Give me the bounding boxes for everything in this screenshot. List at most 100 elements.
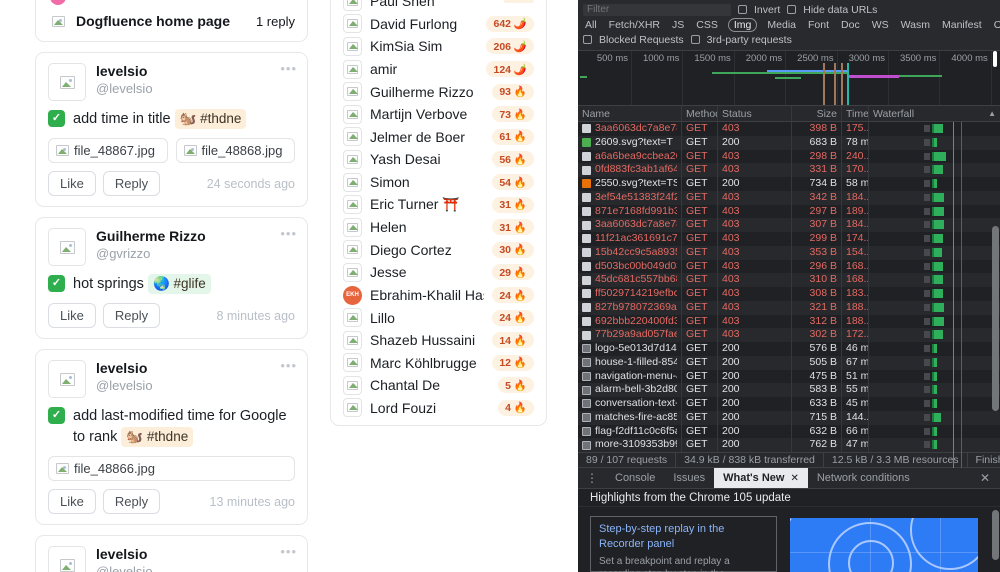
leaderboard-row[interactable]: Jelmer de Boer 61 🔥 [331,126,546,149]
hashtag-pill[interactable]: 🌏 #glife [147,274,211,294]
like-button[interactable]: Like [48,489,96,515]
filter-chip-fetchxhr[interactable]: Fetch/XHR [607,19,662,31]
request-row[interactable]: more-3109353b995... GET200762 B47 ms [578,438,1000,452]
post-card[interactable]: •••levelsio@levelsio✓add <h1> and change… [35,535,308,572]
card-menu-icon[interactable]: ••• [280,544,297,559]
avatar[interactable] [48,546,86,572]
member-name[interactable]: KimSia Sim [370,38,478,54]
drawer-tab-issues[interactable]: Issues [664,468,714,488]
card-menu-icon[interactable]: ••• [280,226,297,241]
invert-checkbox[interactable] [738,5,747,14]
col-status[interactable]: Status [718,106,792,121]
table-scrollbar[interactable] [992,226,999,411]
member-name[interactable]: Marc Köhlbrugge [370,355,484,371]
request-row[interactable]: 15b42cc9c5a89354... GET403353 B154... [578,245,1000,260]
leaderboard-row[interactable]: amir 124 🌶️ [331,58,546,81]
request-row[interactable]: 827b978072369a72... GET403321 B188... [578,300,1000,315]
leaderboard-row[interactable]: Paul Shen [331,0,546,13]
filter-chip-wasm[interactable]: Wasm [899,19,932,31]
filter-chip-font[interactable]: Font [806,19,831,31]
member-name[interactable]: Martijn Verbove [370,106,484,122]
reply-count[interactable]: 1 reply [256,14,295,29]
col-waterfall[interactable]: Waterfall ▲ [869,106,1000,121]
drawer-scrollbar[interactable] [992,510,999,560]
avatar[interactable] [48,228,86,267]
request-row[interactable]: ff5029714219efbcf2... GET403308 B183... [578,287,1000,301]
thread-title[interactable]: Dogfluence home page [76,13,248,29]
filter-chip-manifest[interactable]: Manifest [940,19,984,31]
member-name[interactable]: Ebrahim-Khalil Hassen [370,287,484,303]
reply-button[interactable]: Reply [102,303,161,329]
request-row[interactable]: 3aa6063dc7a8e782... GET403398 B175... [578,122,1000,136]
leaderboard-row[interactable]: Chantal De 5 🔥 [331,374,546,397]
filter-chip-img[interactable]: Img [727,17,758,32]
author-handle[interactable]: @gvrizzo [96,246,206,261]
request-row[interactable]: navigation-menu-4-... GET200475 B51 ms [578,369,1000,384]
author-name[interactable]: levelsio [96,546,153,564]
overview-scroll-grip[interactable] [993,51,997,67]
leaderboard-row[interactable]: Lord Fouzi 4 🔥 [331,397,546,420]
col-time[interactable]: Time [842,106,869,121]
member-name[interactable]: Diego Cortez [370,242,484,258]
request-row[interactable]: 871e7168fd991b39... GET403297 B189... [578,204,1000,219]
hide-data-urls-checkbox[interactable] [787,5,797,14]
filter-chip-ws[interactable]: WS [870,19,891,31]
blocked-requests-checkbox[interactable] [583,35,592,44]
leaderboard-row[interactable]: Shazeb Hussaini 14 🔥 [331,329,546,352]
avatar[interactable] [48,360,86,399]
attachment-chip[interactable]: file_48867.jpg [48,138,168,164]
attachment-chip[interactable]: file_48866.jpg [48,456,295,482]
drawer-tab-network-conditions[interactable]: Network conditions [808,468,919,488]
request-row[interactable]: 3ef54e51383f24f2d... GET403342 B184... [578,190,1000,205]
request-row[interactable]: matches-fire-ac850... GET200715 B144... [578,410,1000,425]
hashtag-pill[interactable]: 🐿️ #thdne [174,109,247,129]
request-row[interactable]: d503bc00b049d03f... GET403296 B168... [578,259,1000,274]
member-name[interactable]: Eric Turner ⛩️ [370,196,484,213]
member-name[interactable]: Paul Shen [370,0,496,9]
like-button[interactable]: Like [48,303,96,329]
request-row[interactable]: alarm-bell-3b2d804... GET200583 B55 ms [578,383,1000,397]
reply-button[interactable]: Reply [102,489,161,515]
member-name[interactable]: Yash Desai [370,151,484,167]
request-row[interactable]: a6a6bea9ccbea265... GET403298 B240... [578,149,1000,164]
recorder-replay-link[interactable]: Step-by-step replay in the Recorder pane… [599,522,768,552]
filter-chip-js[interactable]: JS [670,19,686,31]
leaderboard-row[interactable]: KimSia Sim 206 🌶️ [331,35,546,58]
member-name[interactable]: amir [370,61,478,77]
drawer-tab-console[interactable]: Console [606,468,664,488]
third-party-checkbox[interactable] [690,35,700,44]
author-name[interactable]: Guilherme Rizzo [96,228,206,246]
request-row[interactable]: 11f21ac361691c7d... GET403299 B174... [578,232,1000,246]
card-menu-icon[interactable]: ••• [280,358,297,373]
network-overview-timeline[interactable]: 500 ms 1000 ms 1500 ms 2000 ms 2500 ms 3000 m… [578,51,1000,106]
hashtag-pill[interactable]: 🐿️ #thdne [121,427,194,447]
attachment-chip[interactable]: file_48868.jpg [175,138,295,164]
like-button[interactable]: Like [48,171,96,197]
request-row[interactable]: 2609.svg?text=T GET200683 B78 ms [578,135,1000,150]
leaderboard-row[interactable]: Guilherme Rizzo 93 🔥 [331,80,546,103]
leaderboard-row[interactable]: Helen 31 🔥 [331,216,546,239]
member-name[interactable]: Jesse [370,264,484,280]
filter-chip-doc[interactable]: Doc [839,19,862,31]
member-name[interactable]: Shazeb Hussaini [370,332,484,348]
post-card[interactable]: ••• levelsio @levelsio ✓ add time in title 🐿… [35,52,308,208]
member-name[interactable]: Guilherme Rizzo [370,84,484,100]
col-method[interactable]: Method [682,106,718,121]
filter-chip-media[interactable]: Media [765,19,798,31]
author-handle[interactable]: @levelsio [96,378,153,393]
leaderboard-row[interactable]: Diego Cortez 30 🔥 [331,239,546,262]
request-row[interactable]: flag-f2df11c0c6f5aa... GET200632 B66 ms [578,424,1000,439]
drawer-tab-what-s-new[interactable]: What's New ✕ [714,468,808,488]
request-row[interactable]: 2550.svg?text=TS GET200734 B58 ms [578,177,1000,191]
filter-chip-all[interactable]: All [583,19,599,31]
col-size[interactable]: Size [792,106,842,121]
request-row[interactable]: house-1-filled-8547... GET200505 B67 ms [578,355,1000,370]
author-name[interactable]: levelsio [96,63,153,81]
author-name[interactable]: levelsio [96,360,153,378]
table-header[interactable]: Name Method Status Size Time Waterfall ▲ [578,106,1000,122]
thread-card[interactable]: Dogfluence home page 1 reply [35,0,308,42]
leaderboard-row[interactable]: Lillo 24 🔥 [331,306,546,329]
member-name[interactable]: David Furlong [370,16,478,32]
request-row[interactable]: 3aa6063dc7a8e782... GET403307 B184... [578,218,1000,232]
leaderboard-row[interactable]: Martijn Verbove 73 🔥 [331,103,546,126]
